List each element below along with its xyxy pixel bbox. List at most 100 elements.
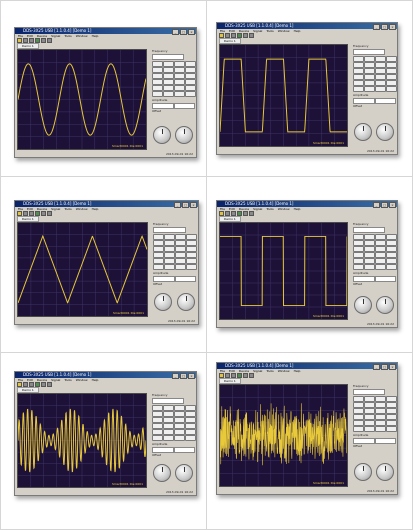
frequency-knob-icon[interactable] — [354, 463, 372, 481]
frequency-label: Frequency — [353, 384, 369, 388]
control-panel: Frequency Amplitude Offset — [151, 394, 196, 487]
offset-field[interactable] — [375, 98, 396, 104]
control-button[interactable] — [174, 91, 185, 97]
frequency-knob-icon[interactable] — [354, 296, 372, 314]
amplitude-label: Amplitude — [153, 271, 169, 275]
app-window-3[interactable]: DDS-3X25 USB [1.1.0.4] [Demo 1] _ □ × Fi… — [14, 200, 199, 325]
control-button[interactable] — [186, 264, 197, 270]
control-button[interactable] — [353, 426, 364, 432]
control-button[interactable] — [185, 435, 196, 441]
app-window-5[interactable]: DDS-3X25 USB [1.1.0.4] [Demo 1] _ □ × Fi… — [14, 371, 197, 496]
frequency-field[interactable] — [353, 227, 385, 233]
amplitude-knob-icon[interactable] — [376, 296, 394, 314]
offset-field[interactable] — [174, 103, 195, 109]
window-title: DDS-3X25 USB [1.1.0.4] [Demo 1] — [23, 28, 92, 33]
scope-status: Smart0001 Dis:0001 — [111, 144, 143, 148]
frequency-knob-icon[interactable] — [354, 123, 372, 141]
control-button[interactable] — [153, 264, 164, 270]
settings-icon[interactable] — [47, 211, 52, 216]
control-panel: Frequency Amplitude Offset — [352, 45, 397, 146]
frequency-field[interactable] — [152, 54, 184, 60]
control-button[interactable] — [163, 91, 174, 97]
frequency-knob-icon[interactable] — [153, 464, 171, 482]
amplitude-knob-icon[interactable] — [376, 463, 394, 481]
frequency-field[interactable] — [153, 227, 186, 233]
status-bar-date: 2013-09-01 16:22 — [366, 322, 394, 326]
control-button[interactable] — [386, 264, 397, 270]
settings-icon[interactable] — [47, 382, 52, 387]
control-button[interactable] — [386, 86, 397, 92]
control-button[interactable] — [353, 264, 364, 270]
waveform-plot — [220, 223, 347, 319]
amplitude-knob-icon[interactable] — [175, 464, 193, 482]
control-button[interactable] — [364, 264, 375, 270]
oscilloscope-display: Smart0001 Dis:0001 — [17, 222, 148, 317]
oscilloscope-display: Smart0001 Dis:0001 — [17, 393, 147, 488]
waveform-plot — [18, 394, 146, 487]
offset-field[interactable] — [375, 438, 396, 444]
frequency-field[interactable] — [353, 389, 385, 395]
toolbar — [15, 211, 198, 216]
app-window-4[interactable]: DDS-3X25 USB [1.1.0.4] [Demo 1] _ □ × Fi… — [216, 200, 398, 328]
stop-icon[interactable] — [243, 373, 248, 378]
control-button[interactable] — [364, 86, 375, 92]
control-button[interactable] — [386, 426, 397, 432]
control-panel: Frequency Amplitude Offset — [151, 50, 196, 149]
control-button[interactable] — [375, 264, 386, 270]
offset-field[interactable] — [174, 447, 195, 453]
app-window-2[interactable]: DDS-3X25 USB [1.1.0.4] [Demo 1] _ □ × Fi… — [216, 22, 398, 155]
scope-status: Smart0001 Dis:0001 — [111, 482, 143, 486]
control-button[interactable] — [185, 91, 196, 97]
frequency-label: Frequency — [153, 222, 169, 226]
offset-label: Offset — [152, 453, 162, 457]
app-window-1[interactable]: DDS-3X25 USB [1.1.0.4] [Demo 1] _ □ × Fi… — [14, 27, 197, 158]
settings-icon[interactable] — [47, 38, 52, 43]
settings-icon[interactable] — [249, 33, 254, 38]
status-bar-date: 2013-09-01 16:22 — [165, 490, 193, 494]
amplitude-knob-icon[interactable] — [177, 293, 195, 311]
amplitude-label: Amplitude — [353, 271, 369, 275]
control-button[interactable] — [152, 91, 163, 97]
control-button[interactable] — [152, 435, 163, 441]
control-button[interactable] — [163, 435, 174, 441]
window-title: DDS-3X25 USB [1.1.0.4] [Demo 1] — [225, 23, 294, 28]
toolbar — [217, 211, 397, 216]
waveform-plot — [18, 223, 147, 316]
frequency-field[interactable] — [353, 49, 385, 55]
stop-icon[interactable] — [243, 33, 248, 38]
frequency-field[interactable] — [152, 398, 184, 404]
toolbar — [15, 382, 196, 387]
offset-label: Offset — [153, 282, 163, 286]
control-button[interactable] — [175, 264, 186, 270]
stop-icon[interactable] — [41, 211, 46, 216]
settings-icon[interactable] — [249, 373, 254, 378]
control-button[interactable] — [375, 86, 386, 92]
control-button[interactable] — [364, 426, 375, 432]
waveform-plot — [220, 385, 347, 486]
app-window-6[interactable]: DDS-3X25 USB [1.1.0.4] [Demo 1] _ □ × Fi… — [216, 362, 398, 495]
control-panel: Frequency Amplitude Offset — [152, 223, 197, 316]
amplitude-label: Amplitude — [152, 442, 168, 446]
control-button[interactable] — [164, 264, 175, 270]
stop-icon[interactable] — [41, 38, 46, 43]
scope-status: Smart0001 Dis:0001 — [112, 311, 144, 315]
waveform-plot — [220, 45, 347, 146]
offset-field[interactable] — [375, 276, 396, 282]
status-bar-date: 2013-09-01 16:22 — [366, 489, 394, 493]
status-bar-date: 2013-09-01 16:22 — [366, 149, 394, 153]
scope-status: Smart0001 Dis:0001 — [312, 481, 344, 485]
offset-field[interactable] — [175, 276, 196, 282]
status-bar-date: 2013-09-01 16:22 — [165, 152, 193, 156]
frequency-knob-icon[interactable] — [154, 293, 172, 311]
amplitude-knob-icon[interactable] — [175, 126, 193, 144]
oscilloscope-display: Smart0001 Dis:0001 — [219, 222, 348, 320]
control-button[interactable] — [353, 86, 364, 92]
amplitude-label: Amplitude — [152, 98, 168, 102]
frequency-knob-icon[interactable] — [153, 126, 171, 144]
stop-icon[interactable] — [243, 211, 248, 216]
settings-icon[interactable] — [249, 211, 254, 216]
amplitude-knob-icon[interactable] — [376, 123, 394, 141]
stop-icon[interactable] — [41, 382, 46, 387]
control-button[interactable] — [174, 435, 185, 441]
control-button[interactable] — [375, 426, 386, 432]
